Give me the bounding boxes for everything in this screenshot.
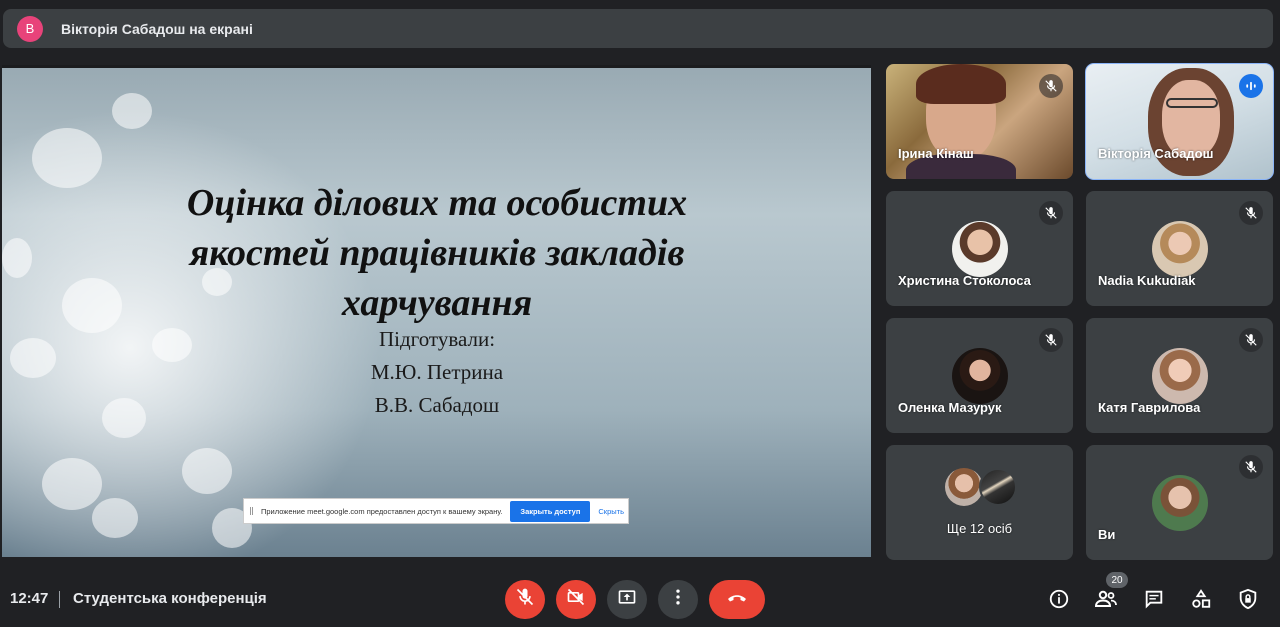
participant-name: Оленка Мазурук [898, 400, 1002, 415]
slide-bokeh [152, 328, 192, 362]
more-vert-icon [668, 587, 688, 612]
participant-avatar [951, 348, 1008, 404]
more-participants-label: Ще 12 осіб [946, 521, 1013, 536]
participant-avatar [1151, 348, 1208, 404]
host-controls-button[interactable] [1236, 588, 1260, 615]
self-tile[interactable]: Ви [1086, 445, 1273, 560]
participant-avatar [945, 468, 983, 506]
mic-toggle-button[interactable] [505, 580, 545, 619]
mic-muted-icon [1239, 455, 1263, 479]
hang-up-icon [725, 585, 749, 614]
mic-muted-icon [1039, 74, 1063, 98]
meeting-details-button[interactable] [1047, 589, 1071, 613]
participant-name: Катя Гаврилова [1098, 400, 1201, 415]
slide-author: М.Ю. Петрина [370, 360, 504, 384]
share-message: Приложение meet.google.com предоставлен … [261, 506, 503, 516]
people-icon [1094, 587, 1118, 616]
presentation-screen: Оцінка ділових та особистих якостей прац… [2, 65, 871, 557]
participant-avatar [1151, 221, 1208, 277]
participant-name: Ірина Кінаш [898, 146, 974, 161]
more-participants-tile[interactable]: Ще 12 осіб [886, 445, 1073, 560]
presenting-banner-title: Вікторія Сабадош на екрані [61, 20, 253, 37]
slide-bokeh [10, 338, 56, 378]
chat-button[interactable] [1142, 589, 1166, 613]
slide-bokeh [32, 128, 102, 188]
hide-notification-button[interactable]: Скрыть [598, 507, 624, 516]
presenting-banner: В Вікторія Сабадош на екрані [3, 9, 1273, 48]
activities-button[interactable] [1189, 588, 1213, 615]
slide-prepared-by: Підготували: [378, 327, 496, 351]
mic-off-icon [515, 587, 535, 612]
participant-avatar [951, 221, 1008, 277]
mic-muted-icon [1239, 328, 1263, 352]
participant-name: Вікторія Сабадош [1098, 146, 1214, 161]
end-call-button[interactable] [709, 580, 765, 619]
meeting-clock: 12:47 [10, 590, 49, 607]
people-count-badge: 20 [1106, 572, 1128, 588]
chat-icon [1143, 588, 1165, 615]
participant-name: Христина Стоколоса [898, 273, 1031, 288]
divider [59, 591, 60, 608]
slide-bokeh [112, 93, 152, 129]
activities-icon [1190, 588, 1212, 615]
slide-bokeh [2, 238, 32, 278]
slide-title: Оцінка ділових та особистих якостей прац… [132, 178, 742, 328]
slide-title-line: якостей працівників закладів [189, 232, 685, 274]
participant-tile[interactable]: Nadia Kukudiak [1086, 191, 1273, 306]
screen-share-notification: Приложение meet.google.com предоставлен … [243, 498, 629, 524]
speaking-indicator-icon [1239, 74, 1263, 98]
participant-name: Ви [1098, 527, 1116, 542]
slide-title-line: харчування [341, 282, 533, 324]
present-screen-button[interactable] [607, 580, 647, 619]
camera-off-icon [566, 587, 586, 612]
participant-tile[interactable]: Оленка Мазурук [886, 318, 1073, 433]
stop-sharing-button[interactable]: Закрыть доступ [510, 500, 591, 522]
slide-title-line: Оцінка ділових та особистих [186, 182, 688, 224]
slide-bokeh [102, 398, 146, 438]
participant-avatar [979, 468, 1017, 506]
mic-muted-icon [1039, 328, 1063, 352]
meeting-name: Студентська конференція [73, 590, 267, 607]
info-icon [1048, 588, 1070, 615]
mic-muted-icon [1039, 201, 1063, 225]
more-options-button[interactable] [658, 580, 698, 619]
participant-tile[interactable]: Катя Гаврилова [1086, 318, 1273, 433]
slide-author: В.В. Сабадош [374, 393, 500, 417]
participant-tile[interactable]: Ірина Кінаш [886, 64, 1073, 179]
drag-handle-icon[interactable] [250, 507, 253, 515]
camera-toggle-button[interactable] [556, 580, 596, 619]
slide-bokeh [42, 458, 102, 510]
shield-lock-icon [1237, 588, 1259, 615]
participant-avatar [1151, 475, 1208, 531]
show-everyone-button[interactable] [1094, 589, 1118, 613]
slide-bokeh [92, 498, 138, 538]
present-icon [617, 587, 637, 612]
slide-bokeh [62, 278, 122, 333]
participant-name: Nadia Kukudiak [1098, 273, 1196, 288]
presenter-avatar: В [17, 15, 43, 42]
participant-tile[interactable]: Христина Стоколоса [886, 191, 1073, 306]
mic-muted-icon [1239, 201, 1263, 225]
participant-tile-speaking[interactable]: Вікторія Сабадош [1085, 63, 1274, 180]
slide-bokeh [182, 448, 232, 494]
